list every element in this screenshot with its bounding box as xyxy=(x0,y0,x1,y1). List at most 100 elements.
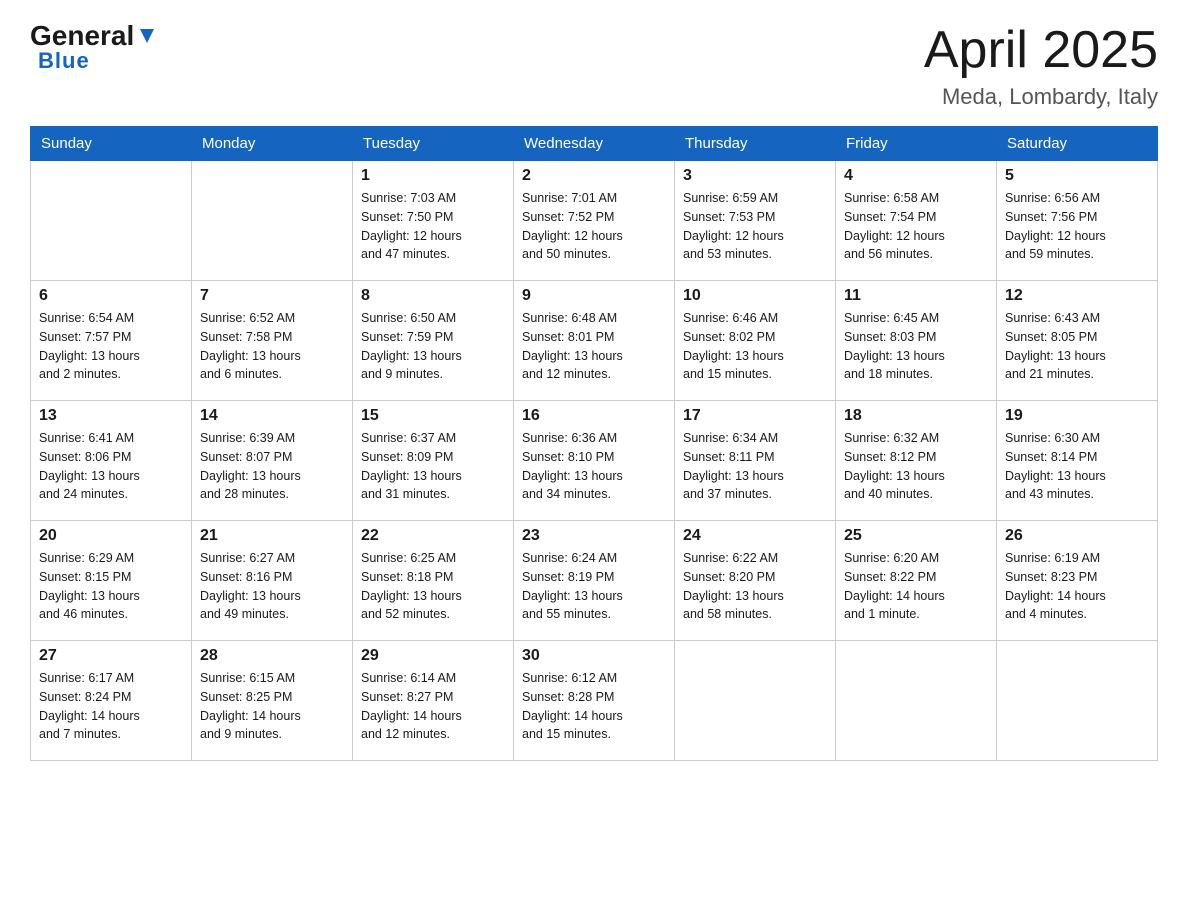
table-row: 2 Sunrise: 7:01 AMSunset: 7:52 PMDaylight… xyxy=(514,161,675,281)
day-number: 10 xyxy=(683,287,827,305)
day-info: Sunrise: 6:24 AMSunset: 8:19 PMDaylight:… xyxy=(522,549,666,624)
day-number: 15 xyxy=(361,407,505,425)
day-info: Sunrise: 6:25 AMSunset: 8:18 PMDaylight:… xyxy=(361,549,505,624)
table-row xyxy=(31,161,192,281)
day-number: 11 xyxy=(844,287,988,305)
day-info: Sunrise: 6:43 AMSunset: 8:05 PMDaylight:… xyxy=(1005,309,1149,384)
calendar-week-row: 20 Sunrise: 6:29 AMSunset: 8:15 PMDayligh… xyxy=(31,521,1158,641)
calendar-week-row: 13 Sunrise: 6:41 AMSunset: 8:06 PMDayligh… xyxy=(31,401,1158,521)
calendar-week-row: 27 Sunrise: 6:17 AMSunset: 8:24 PMDayligh… xyxy=(31,641,1158,761)
table-row: 20 Sunrise: 6:29 AMSunset: 8:15 PMDayligh… xyxy=(31,521,192,641)
day-info: Sunrise: 6:39 AMSunset: 8:07 PMDaylight:… xyxy=(200,429,344,504)
day-info: Sunrise: 6:46 AMSunset: 8:02 PMDaylight:… xyxy=(683,309,827,384)
day-number: 22 xyxy=(361,527,505,545)
day-info: Sunrise: 7:01 AMSunset: 7:52 PMDaylight:… xyxy=(522,189,666,264)
day-number: 25 xyxy=(844,527,988,545)
day-info: Sunrise: 6:17 AMSunset: 8:24 PMDaylight:… xyxy=(39,669,183,744)
location: Meda, Lombardy, Italy xyxy=(924,84,1158,110)
table-row xyxy=(192,161,353,281)
day-info: Sunrise: 6:58 AMSunset: 7:54 PMDaylight:… xyxy=(844,189,988,264)
day-info: Sunrise: 6:59 AMSunset: 7:53 PMDaylight:… xyxy=(683,189,827,264)
table-row: 27 Sunrise: 6:17 AMSunset: 8:24 PMDayligh… xyxy=(31,641,192,761)
day-info: Sunrise: 6:22 AMSunset: 8:20 PMDaylight:… xyxy=(683,549,827,624)
table-row: 30Sunrise: 6:12 AMSunset: 8:28 PMDayligh… xyxy=(514,641,675,761)
day-info: Sunrise: 6:50 AMSunset: 7:59 PMDaylight:… xyxy=(361,309,505,384)
day-info: Sunrise: 6:14 AMSunset: 8:27 PMDaylight:… xyxy=(361,669,505,744)
day-number: 7 xyxy=(200,287,344,305)
day-number: 19 xyxy=(1005,407,1149,425)
logo: General Blue xyxy=(30,20,160,74)
day-info: Sunrise: 6:36 AMSunset: 8:10 PMDaylight:… xyxy=(522,429,666,504)
month-title: April 2025 xyxy=(924,20,1158,80)
day-number: 14 xyxy=(200,407,344,425)
calendar-week-row: 1 Sunrise: 7:03 AMSunset: 7:50 PMDaylight… xyxy=(31,161,1158,281)
day-number: 1 xyxy=(361,167,505,185)
calendar-week-row: 6 Sunrise: 6:54 AMSunset: 7:57 PMDaylight… xyxy=(31,281,1158,401)
day-number: 3 xyxy=(683,167,827,185)
col-sunday: Sunday xyxy=(31,127,192,161)
day-number: 26 xyxy=(1005,527,1149,545)
table-row xyxy=(997,641,1158,761)
table-row: 18Sunrise: 6:32 AMSunset: 8:12 PMDayligh… xyxy=(836,401,997,521)
day-info: Sunrise: 6:48 AMSunset: 8:01 PMDaylight:… xyxy=(522,309,666,384)
day-number: 29 xyxy=(361,647,505,665)
table-row: 19 Sunrise: 6:30 AMSunset: 8:14 PMDayligh… xyxy=(997,401,1158,521)
calendar-header-row: Sunday Monday Tuesday Wednesday Thursday… xyxy=(31,127,1158,161)
day-info: Sunrise: 7:03 AMSunset: 7:50 PMDaylight:… xyxy=(361,189,505,264)
table-row: 1 Sunrise: 7:03 AMSunset: 7:50 PMDaylight… xyxy=(353,161,514,281)
table-row: 25 Sunrise: 6:20 AMSunset: 8:22 PMDayligh… xyxy=(836,521,997,641)
day-number: 20 xyxy=(39,527,183,545)
day-info: Sunrise: 6:37 AMSunset: 8:09 PMDaylight:… xyxy=(361,429,505,504)
day-info: Sunrise: 6:52 AMSunset: 7:58 PMDaylight:… xyxy=(200,309,344,384)
table-row: 3 Sunrise: 6:59 AMSunset: 7:53 PMDaylight… xyxy=(675,161,836,281)
day-number: 9 xyxy=(522,287,666,305)
day-info: Sunrise: 6:56 AMSunset: 7:56 PMDaylight:… xyxy=(1005,189,1149,264)
day-number: 6 xyxy=(39,287,183,305)
col-friday: Friday xyxy=(836,127,997,161)
table-row: 9 Sunrise: 6:48 AMSunset: 8:01 PMDaylight… xyxy=(514,281,675,401)
table-row: 16 Sunrise: 6:36 AMSunset: 8:10 PMDayligh… xyxy=(514,401,675,521)
day-info: Sunrise: 6:41 AMSunset: 8:06 PMDaylight:… xyxy=(39,429,183,504)
day-info: Sunrise: 6:20 AMSunset: 8:22 PMDaylight:… xyxy=(844,549,988,624)
table-row: 23Sunrise: 6:24 AMSunset: 8:19 PMDayligh… xyxy=(514,521,675,641)
day-info: Sunrise: 6:15 AMSunset: 8:25 PMDaylight:… xyxy=(200,669,344,744)
logo-triangle-icon xyxy=(136,25,158,47)
day-number: 8 xyxy=(361,287,505,305)
day-info: Sunrise: 6:27 AMSunset: 8:16 PMDaylight:… xyxy=(200,549,344,624)
day-number: 27 xyxy=(39,647,183,665)
header: General Blue April 2025 Meda, Lombardy, … xyxy=(30,20,1158,110)
table-row: 28Sunrise: 6:15 AMSunset: 8:25 PMDayligh… xyxy=(192,641,353,761)
day-info: Sunrise: 6:19 AMSunset: 8:23 PMDaylight:… xyxy=(1005,549,1149,624)
day-info: Sunrise: 6:45 AMSunset: 8:03 PMDaylight:… xyxy=(844,309,988,384)
day-number: 5 xyxy=(1005,167,1149,185)
day-number: 2 xyxy=(522,167,666,185)
day-info: Sunrise: 6:29 AMSunset: 8:15 PMDaylight:… xyxy=(39,549,183,624)
table-row: 7 Sunrise: 6:52 AMSunset: 7:58 PMDaylight… xyxy=(192,281,353,401)
table-row: 26 Sunrise: 6:19 AMSunset: 8:23 PMDayligh… xyxy=(997,521,1158,641)
day-info: Sunrise: 6:30 AMSunset: 8:14 PMDaylight:… xyxy=(1005,429,1149,504)
table-row: 5 Sunrise: 6:56 AMSunset: 7:56 PMDaylight… xyxy=(997,161,1158,281)
col-monday: Monday xyxy=(192,127,353,161)
calendar-table: Sunday Monday Tuesday Wednesday Thursday… xyxy=(30,126,1158,761)
day-number: 13 xyxy=(39,407,183,425)
col-wednesday: Wednesday xyxy=(514,127,675,161)
table-row: 8 Sunrise: 6:50 AMSunset: 7:59 PMDaylight… xyxy=(353,281,514,401)
table-row: 15 Sunrise: 6:37 AMSunset: 8:09 PMDayligh… xyxy=(353,401,514,521)
table-row: 13 Sunrise: 6:41 AMSunset: 8:06 PMDayligh… xyxy=(31,401,192,521)
table-row: 11 Sunrise: 6:45 AMSunset: 8:03 PMDayligh… xyxy=(836,281,997,401)
table-row: 21Sunrise: 6:27 AMSunset: 8:16 PMDayligh… xyxy=(192,521,353,641)
day-info: Sunrise: 6:12 AMSunset: 8:28 PMDaylight:… xyxy=(522,669,666,744)
day-number: 16 xyxy=(522,407,666,425)
day-info: Sunrise: 6:32 AMSunset: 8:12 PMDaylight:… xyxy=(844,429,988,504)
table-row: 29 Sunrise: 6:14 AMSunset: 8:27 PMDayligh… xyxy=(353,641,514,761)
table-row: 22 Sunrise: 6:25 AMSunset: 8:18 PMDayligh… xyxy=(353,521,514,641)
day-info: Sunrise: 6:54 AMSunset: 7:57 PMDaylight:… xyxy=(39,309,183,384)
table-row xyxy=(836,641,997,761)
logo-blue-text: Blue xyxy=(38,48,90,73)
day-number: 24 xyxy=(683,527,827,545)
table-row xyxy=(675,641,836,761)
table-row: 14 Sunrise: 6:39 AMSunset: 8:07 PMDayligh… xyxy=(192,401,353,521)
col-tuesday: Tuesday xyxy=(353,127,514,161)
title-area: April 2025 Meda, Lombardy, Italy xyxy=(924,20,1158,110)
table-row: 12Sunrise: 6:43 AMSunset: 8:05 PMDayligh… xyxy=(997,281,1158,401)
